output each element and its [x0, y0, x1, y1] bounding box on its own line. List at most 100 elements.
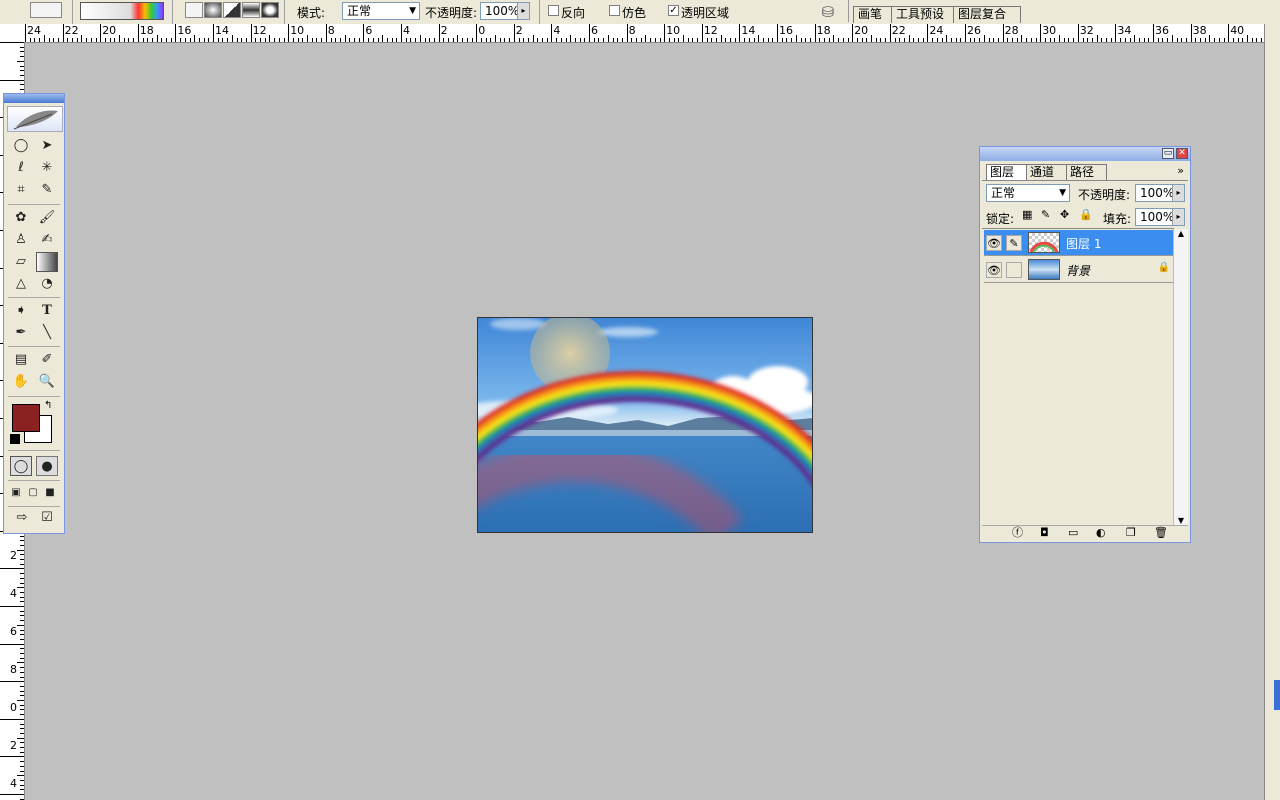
dodge-tool[interactable]: ◔	[36, 274, 58, 294]
linear-gradient-button[interactable]	[185, 2, 203, 18]
ruler-tick	[17, 775, 24, 777]
layer-row-background[interactable]: 👁 背景 🔒	[984, 257, 1176, 283]
scroll-down-icon[interactable]: ▼	[1174, 516, 1188, 525]
line-tool[interactable]: ╲	[36, 323, 58, 343]
slice-tool[interactable]: ✎	[36, 180, 58, 200]
lock-transparent-icon[interactable]: ▦	[1022, 208, 1032, 221]
standard-screen-icon[interactable]: ▣	[8, 483, 24, 503]
gradient-picker[interactable]	[80, 2, 164, 20]
move-tool[interactable]: ➤	[36, 136, 58, 156]
tab-tool-presets[interactable]: 工具预设	[891, 6, 960, 23]
opacity-input[interactable]: 100% ▸	[480, 2, 530, 20]
zoom-tool[interactable]: 🔍	[36, 372, 58, 392]
blur-tool[interactable]: △	[10, 274, 32, 294]
ruler-tick	[156, 35, 158, 42]
layer-row-layer1[interactable]: 👁 ✎ 图层 1	[984, 230, 1176, 256]
gradient-tool[interactable]	[36, 252, 58, 272]
layer-mask-icon[interactable]: ◘	[1040, 527, 1049, 539]
ruler-tick	[1063, 38, 1065, 42]
new-group-icon[interactable]: ▭	[1068, 527, 1078, 539]
ruler-tick	[20, 559, 24, 560]
hand-tool[interactable]: ✋	[10, 372, 32, 392]
lock-position-icon[interactable]: ✥	[1060, 208, 1069, 221]
reflected-gradient-button[interactable]	[242, 2, 260, 18]
panel-menu-icon[interactable]: »	[1177, 164, 1184, 177]
brush-icon[interactable]: ✎	[1006, 235, 1022, 251]
document-canvas[interactable]	[477, 317, 813, 533]
tab-layers[interactable]: 图层	[986, 164, 1028, 181]
history-brush-tool[interactable]: ✍	[36, 230, 58, 250]
tab-channels[interactable]: 通道	[1026, 164, 1068, 181]
ruler-tick	[1134, 35, 1136, 42]
scroll-up-icon[interactable]: ▲	[1174, 229, 1188, 238]
ruler-label: 18	[139, 24, 154, 37]
eyedropper-tool[interactable]: ✐	[36, 350, 58, 370]
close-icon[interactable]: ✕	[1176, 148, 1188, 159]
horizontal-ruler[interactable]: 24 22 20 18 16 14 12 10 8 6 4 2 0 2 4 6 8 10 12 14 16 18 20 22 2…	[24, 24, 1264, 43]
healing-brush-tool[interactable]: ✿	[10, 208, 32, 228]
mode-select[interactable]: 正常 ▼	[342, 2, 420, 20]
ruler-tick	[250, 24, 252, 42]
lock-all-icon[interactable]: 🔒	[1079, 208, 1093, 221]
ruler-origin[interactable]	[0, 24, 25, 43]
reverse-checkbox[interactable]	[548, 5, 559, 16]
marquee-tool[interactable]: ◯	[10, 136, 32, 156]
foreground-color-swatch[interactable]	[12, 404, 40, 432]
tab-layer-comps[interactable]: 图层复合	[953, 6, 1022, 23]
clone-stamp-tool[interactable]: ♙	[10, 230, 32, 250]
blend-mode-select[interactable]: 正常 ▼	[986, 184, 1070, 202]
crop-tool[interactable]: ⌗	[10, 180, 32, 200]
pen-tool[interactable]: ✒	[10, 323, 32, 343]
mode-label: 模式:	[297, 6, 326, 20]
lasso-tool[interactable]: ℓ	[10, 158, 32, 178]
lock-image-icon[interactable]: ✎	[1041, 208, 1050, 221]
magic-wand-tool[interactable]: ✳	[36, 158, 58, 178]
ruler-tick	[20, 667, 24, 669]
new-layer-icon[interactable]: ❐	[1126, 527, 1136, 539]
feather-logo[interactable]	[7, 106, 63, 132]
dither-checkbox[interactable]	[609, 5, 620, 16]
notes-tool[interactable]: ▤	[10, 350, 32, 370]
layer-style-icon[interactable]: ⓕ	[1012, 527, 1023, 539]
path-selection-tool[interactable]: ➧	[10, 301, 32, 321]
ruler-tick	[0, 568, 24, 570]
type-tool[interactable]: T	[36, 301, 58, 321]
standard-mode-button[interactable]: ◯	[10, 456, 32, 476]
layer-name[interactable]: 背景	[1066, 262, 1090, 279]
full-screen-icon[interactable]: ■	[42, 483, 58, 503]
tool-preset-picker[interactable]	[30, 2, 62, 18]
toolbox-title-bar[interactable]	[4, 94, 64, 103]
chevron-right-icon[interactable]: ▸	[517, 3, 529, 19]
fill-input[interactable]: 100% ▸	[1135, 208, 1185, 226]
file-browser-icon[interactable]: ⛁	[818, 2, 838, 22]
trash-icon[interactable]: 🗑	[1154, 527, 1168, 539]
angle-gradient-button[interactable]	[223, 2, 241, 18]
adjustment-layer-icon[interactable]: ◐	[1096, 527, 1106, 539]
ruler-tick	[236, 38, 238, 42]
minimize-icon[interactable]: ▭	[1162, 148, 1174, 159]
eye-icon[interactable]: 👁	[986, 235, 1002, 251]
radial-gradient-button[interactable]	[204, 2, 222, 18]
brush-tool[interactable]: 🖌	[36, 208, 58, 228]
ruler-tick	[589, 24, 590, 42]
swap-colors-icon[interactable]: ↰	[44, 400, 52, 411]
eraser-tool[interactable]: ▱	[10, 252, 32, 272]
layers-panel-title-bar[interactable]: ▭ ✕	[980, 147, 1190, 161]
layer-name[interactable]: 图层 1	[1066, 235, 1101, 252]
ruler-tick	[847, 38, 849, 42]
jump-to-imageready-icon[interactable]: ⇨	[8, 508, 36, 528]
transparency-checkbox[interactable]: ✓	[668, 5, 679, 16]
full-screen-menu-icon[interactable]: ▢	[25, 483, 41, 503]
link-slot[interactable]	[1006, 262, 1022, 278]
diamond-gradient-button[interactable]	[261, 2, 279, 18]
imageready-icon[interactable]: ☑	[36, 508, 58, 528]
quick-mask-button[interactable]: ●	[36, 456, 58, 476]
ruler-tick	[274, 38, 276, 42]
default-colors-icon[interactable]	[10, 434, 20, 444]
eye-icon[interactable]: 👁	[986, 262, 1002, 278]
chevron-right-icon[interactable]: ▸	[1172, 209, 1184, 225]
layer-opacity-input[interactable]: 100% ▸	[1135, 184, 1185, 202]
chevron-right-icon[interactable]: ▸	[1172, 185, 1184, 201]
tab-paths[interactable]: 路径	[1066, 164, 1108, 181]
layers-scrollbar[interactable]: ▲ ▼	[1173, 229, 1188, 525]
